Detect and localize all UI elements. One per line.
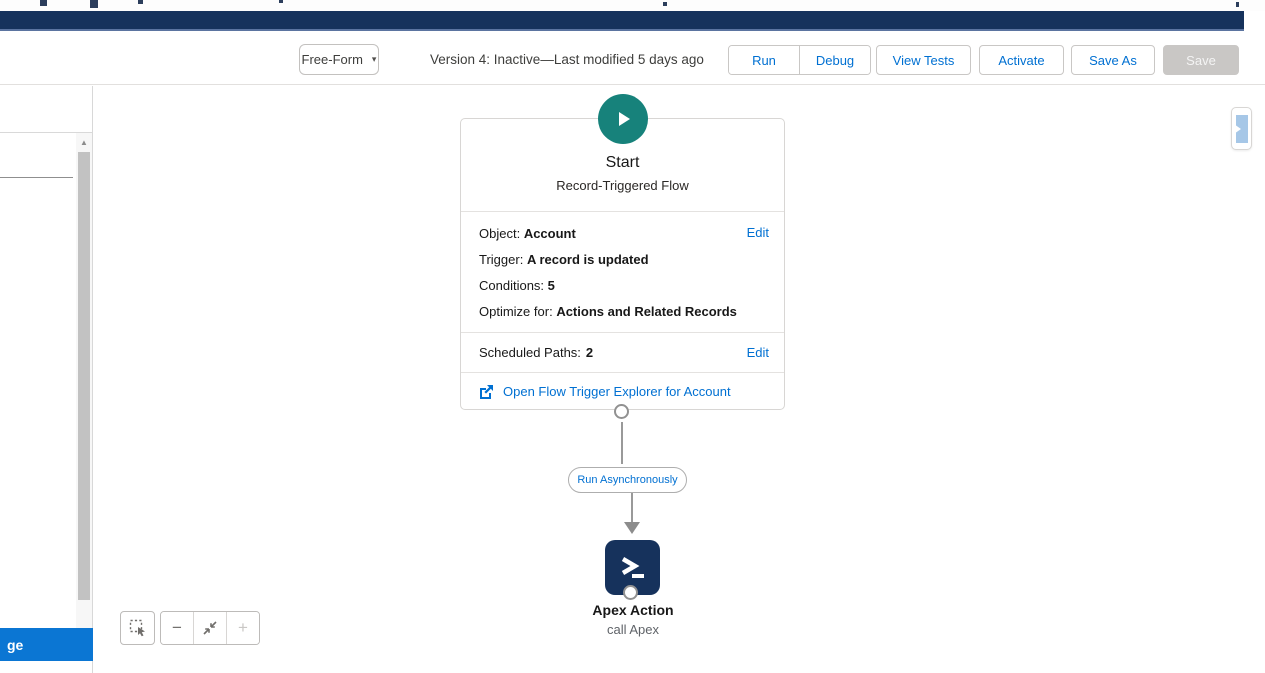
play-triangle-icon bbox=[618, 112, 630, 126]
cropped-text-fragment bbox=[279, 0, 283, 3]
save-as-button[interactable]: Save As bbox=[1071, 45, 1155, 75]
cropped-text-fragment bbox=[40, 0, 47, 6]
start-node-config: Object: Account Trigger: A record is upd… bbox=[461, 211, 784, 332]
flow-builder-app: Free-Form ▾ Version 4: Inactive—Last mod… bbox=[0, 0, 1265, 673]
start-play-icon[interactable] bbox=[597, 94, 648, 144]
save-button: Save bbox=[1163, 45, 1239, 75]
edit-trigger-link[interactable]: Edit bbox=[747, 225, 769, 240]
config-row-conditions: Conditions: 5 bbox=[479, 278, 555, 293]
view-tests-button[interactable]: View Tests bbox=[876, 45, 971, 75]
scroll-up-arrow-icon[interactable]: ▲ bbox=[76, 135, 92, 149]
apex-node-title: Apex Action bbox=[592, 602, 674, 618]
apex-connector-handle[interactable] bbox=[623, 585, 638, 600]
zoom-controls: − + bbox=[160, 611, 260, 645]
toolbox-scrollbar: ▲ bbox=[76, 133, 92, 628]
config-row-object: Object: Account bbox=[479, 226, 576, 241]
builder-toolbar: Free-Form ▾ Version 4: Inactive—Last mod… bbox=[0, 33, 1265, 85]
toolbox-selected-item[interactable]: ge bbox=[0, 628, 93, 661]
cropped-browser-strip bbox=[0, 0, 1265, 11]
select-elements-button[interactable] bbox=[120, 611, 155, 645]
version-status: Version 4: Inactive—Last modified 5 days… bbox=[430, 52, 704, 67]
connector-line bbox=[631, 493, 633, 522]
layout-select-value: Free-Form bbox=[301, 52, 363, 67]
start-connector-handle[interactable] bbox=[614, 404, 629, 419]
connector-line bbox=[621, 422, 623, 464]
external-link-icon bbox=[480, 385, 493, 399]
cropped-text-fragment bbox=[138, 0, 143, 4]
chevron-down-icon: ▾ bbox=[371, 54, 377, 64]
layout-select[interactable]: Free-Form ▾ bbox=[299, 44, 379, 75]
run-button[interactable]: Run bbox=[729, 46, 799, 74]
toggle-panel-button[interactable] bbox=[1231, 107, 1252, 150]
edit-scheduled-paths-link[interactable]: Edit bbox=[747, 345, 769, 360]
collapse-arrows-icon bbox=[203, 621, 217, 635]
cropped-text-fragment bbox=[90, 0, 98, 8]
config-row-optimize: Optimize for: Actions and Related Record… bbox=[479, 304, 737, 319]
start-node-type: Record-Triggered Flow bbox=[556, 178, 689, 193]
debug-button[interactable]: Debug bbox=[800, 46, 870, 74]
scheduled-paths-row: Scheduled Paths: 2 Edit bbox=[461, 332, 784, 372]
zoom-out-button[interactable]: − bbox=[161, 612, 193, 644]
toolbox-panel: ▲ ge bbox=[0, 86, 93, 673]
connector-arrow-icon bbox=[624, 522, 640, 534]
apex-terminal-icon bbox=[621, 556, 644, 578]
zoom-in-button: + bbox=[226, 612, 259, 644]
cropped-text-fragment bbox=[663, 2, 667, 6]
apex-node-name: call Apex bbox=[606, 622, 660, 637]
activate-button[interactable]: Activate bbox=[979, 45, 1064, 75]
fit-view-button[interactable] bbox=[193, 612, 226, 644]
start-node-title: Start bbox=[605, 154, 640, 171]
connector-path-label[interactable]: Run Asynchronously bbox=[568, 467, 687, 493]
start-node[interactable]: Start Record-Triggered Flow Object: Acco… bbox=[460, 94, 785, 410]
salesforce-header-bar bbox=[0, 11, 1244, 31]
scrollbar-thumb[interactable] bbox=[78, 152, 90, 600]
multi-select-icon bbox=[129, 619, 145, 637]
run-debug-button-group: Run Debug bbox=[728, 45, 871, 75]
toolbox-selected-item-label: ge bbox=[7, 636, 24, 653]
panel-divider bbox=[0, 177, 73, 178]
config-row-trigger: Trigger: A record is updated bbox=[479, 252, 649, 267]
cropped-text-fragment bbox=[1236, 2, 1239, 7]
chevron-left-icon bbox=[1235, 114, 1248, 143]
